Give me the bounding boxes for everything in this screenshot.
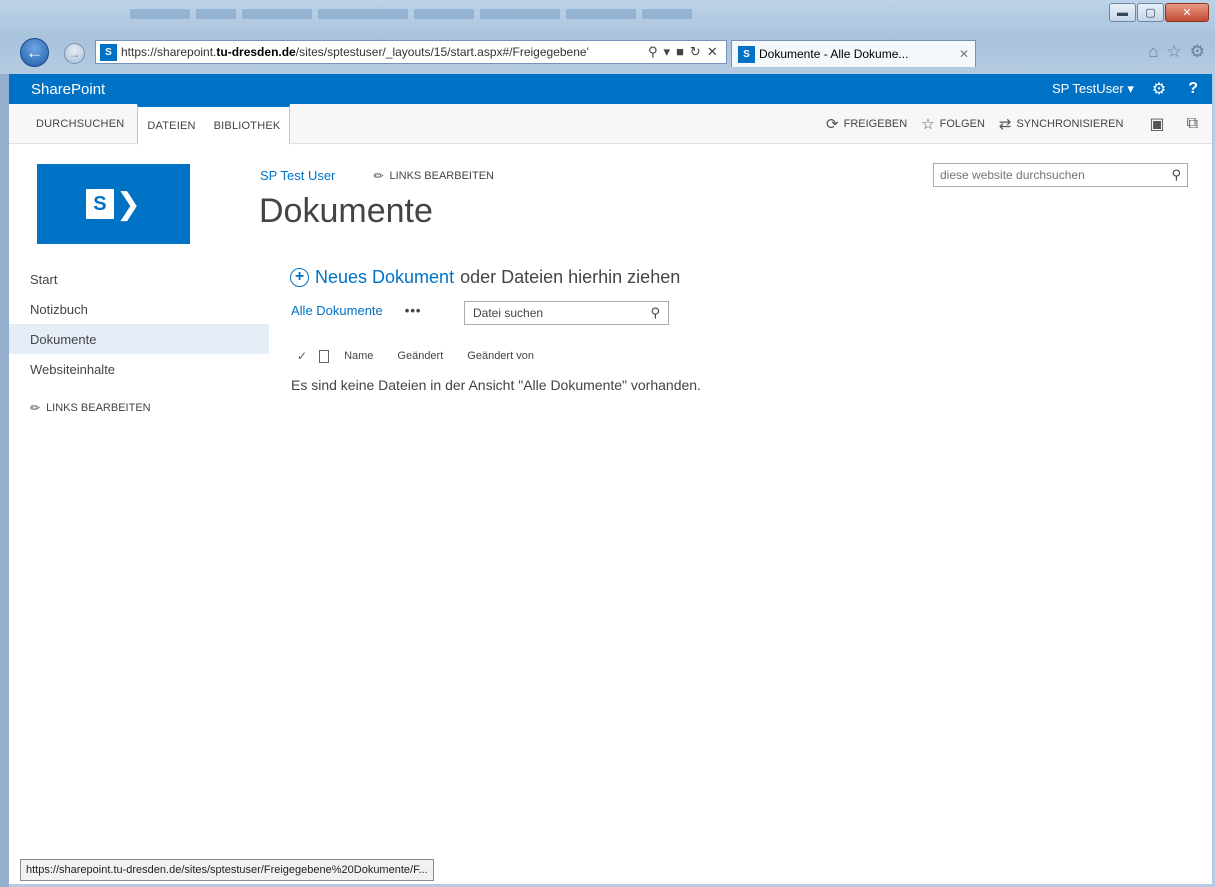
tab-bibliothek[interactable]: BIBLIOTHEK: [214, 120, 281, 132]
page-title: Dokumente: [259, 192, 433, 230]
forward-button[interactable]: →: [64, 43, 85, 64]
status-bar-url: https://sharepoint.tu-dresden.de/sites/s…: [20, 859, 434, 881]
drag-hint: oder Dateien hierhin ziehen: [460, 267, 681, 287]
stop-icon[interactable]: ✕: [707, 44, 718, 60]
site-title-link[interactable]: SP Test User: [260, 168, 335, 183]
user-menu[interactable]: SP TestUser ▾: [1052, 81, 1134, 97]
search-icon[interactable]: ⚲: [1171, 167, 1181, 183]
tab-title: Dokumente - Alle Dokume...: [759, 47, 909, 61]
sync-icon: ⇄: [998, 116, 1012, 133]
title-bar: [130, 6, 1030, 22]
tab-dateien-label: DATEIEN: [147, 119, 196, 132]
tab-durchsuchen[interactable]: DURCHSUCHEN: [27, 104, 133, 144]
add-icon[interactable]: +: [290, 268, 309, 287]
favorites-star-icon[interactable]: ☆: [1167, 42, 1182, 62]
follow-label: FOLGEN: [939, 118, 985, 130]
address-url[interactable]: https://sharepoint.tu-dresden.de/sites/s…: [121, 45, 641, 59]
share-icon: ⟳: [826, 116, 839, 133]
suite-bar: SharePoint SP TestUser ▾ ⚙ ?: [9, 74, 1212, 104]
pencil-icon: ✏: [373, 168, 384, 183]
quick-launch: Start Notizbuch Dokumente Websiteinhalte…: [9, 264, 269, 415]
file-search-placeholder[interactable]: Datei suchen: [473, 306, 543, 320]
logo-arrow-icon: ❯: [115, 187, 142, 221]
browser-toolbar: ⌂ ☆ ⚙: [1140, 42, 1205, 62]
follow-button[interactable]: ☆ FOLGEN: [921, 115, 985, 133]
sharepoint-tab-icon: S: [738, 45, 755, 63]
settings-gear-icon[interactable]: ⚙: [1152, 79, 1166, 99]
tab-dateien[interactable]: DATEIEN BIBLIOTHEK: [137, 104, 291, 145]
site-search-input[interactable]: [940, 168, 1160, 182]
back-button[interactable]: ←: [20, 38, 49, 67]
view-all-documents[interactable]: Alle Dokumente: [291, 303, 383, 318]
site-search[interactable]: ⚲: [933, 163, 1188, 187]
sharepoint-page: SharePoint SP TestUser ▾ ⚙ ? DURCHSUCHEN…: [9, 74, 1212, 884]
navigation-bar: ← → S https://sharepoint.tu-dresden.de/s…: [0, 36, 1215, 68]
column-modified[interactable]: Geändert: [397, 350, 443, 362]
help-icon[interactable]: ?: [1188, 80, 1198, 98]
edit-links-nav[interactable]: ✏ LINKS BEARBEITEN: [9, 401, 269, 415]
dropdown-arrow-icon[interactable]: ▾: [664, 44, 671, 60]
edit-links-nav-label: LINKS BEARBEITEN: [46, 402, 151, 414]
sync-label: SYNCHRONISIEREN: [1016, 118, 1124, 130]
document-type-icon: [319, 349, 330, 363]
focus-content-icon[interactable]: ▣: [1149, 114, 1164, 134]
view-selector: Alle Dokumente •••: [291, 303, 421, 318]
nav-item-websiteinhalte[interactable]: Websiteinhalte: [9, 354, 269, 384]
search-icon[interactable]: ⚲: [650, 305, 660, 321]
more-views-icon[interactable]: •••: [405, 303, 422, 318]
home-icon[interactable]: ⌂: [1148, 42, 1158, 62]
ribbon: DURCHSUCHEN DATEIEN BIBLIOTHEK ⟳ FREIGEBE…: [9, 104, 1212, 145]
window-edge: [0, 74, 9, 887]
browser-tab[interactable]: S Dokumente - Alle Dokume... ✕: [731, 40, 976, 67]
nav-item-notizbuch[interactable]: Notizbuch: [9, 294, 269, 324]
new-document-bar: + Neues Dokument oder Dateien hierhin zi…: [290, 267, 680, 288]
nav-item-start[interactable]: Start: [9, 264, 269, 294]
column-name[interactable]: Name: [344, 350, 373, 362]
top-links: SP Test User ✏ LINKS BEARBEITEN: [260, 168, 494, 183]
close-window-button[interactable]: ✕: [1165, 3, 1209, 22]
sync-button[interactable]: ⇄ SYNCHRONISIEREN: [999, 115, 1124, 133]
sharepoint-brand[interactable]: SharePoint: [9, 81, 1052, 98]
select-all-checkmark-icon[interactable]: ✓: [297, 349, 307, 363]
edit-links-top[interactable]: ✏ LINKS BEARBEITEN: [373, 169, 494, 183]
edit-links-label: LINKS BEARBEITEN: [389, 169, 494, 182]
maximize-button[interactable]: ▢: [1137, 3, 1164, 22]
share-button[interactable]: ⟳ FREIGEBEN: [826, 115, 907, 133]
column-modified-by[interactable]: Geändert von: [467, 350, 534, 362]
address-bar[interactable]: S https://sharepoint.tu-dresden.de/sites…: [95, 40, 727, 64]
file-search[interactable]: Datei suchen ⚲: [464, 301, 669, 325]
search-icon[interactable]: ⚲: [648, 44, 658, 60]
star-icon: ☆: [921, 116, 935, 133]
copy-icon[interactable]: ⧉: [1187, 115, 1198, 133]
lock-icon[interactable]: ■: [676, 44, 684, 60]
minimize-button[interactable]: ▬: [1109, 3, 1136, 22]
settings-gear-icon[interactable]: ⚙: [1190, 42, 1205, 62]
refresh-icon[interactable]: ↻: [690, 44, 701, 60]
new-document-link[interactable]: Neues Dokument: [315, 267, 454, 288]
sharepoint-logo-icon: S: [85, 189, 114, 219]
site-logo[interactable]: S ❯: [37, 164, 190, 244]
share-label: FREIGEBEN: [843, 118, 908, 130]
close-tab-icon[interactable]: ✕: [959, 47, 969, 61]
column-headers: ✓ Name Geändert Geändert von: [297, 349, 558, 363]
sharepoint-favicon-icon: S: [100, 43, 117, 61]
window-controls: ▬ ▢ ✕: [1108, 3, 1209, 22]
empty-list-message: Es sind keine Dateien in der Ansicht "Al…: [291, 377, 701, 393]
nav-item-dokumente[interactable]: Dokumente: [9, 324, 269, 354]
pencil-icon: ✏: [30, 401, 41, 415]
